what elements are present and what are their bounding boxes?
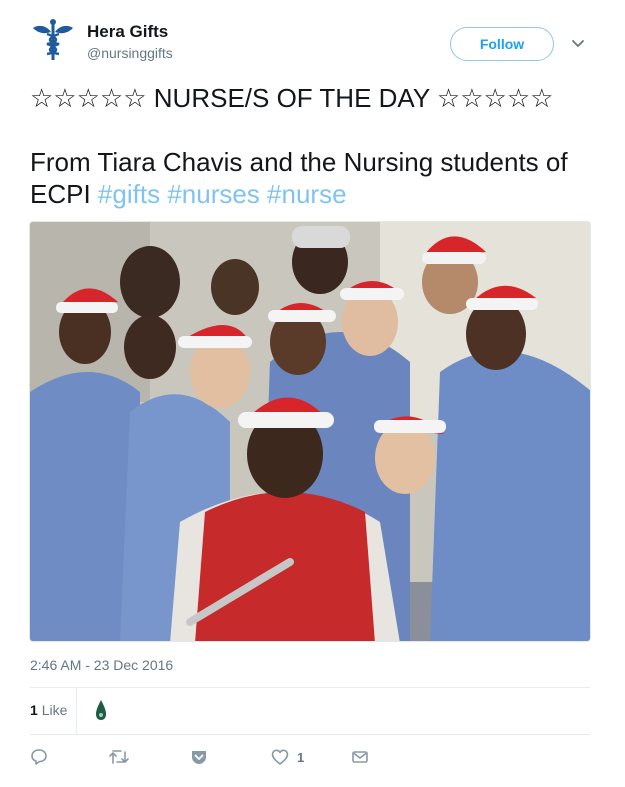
like-word: Like	[41, 702, 68, 718]
hashtag-nurse[interactable]: #nurse	[267, 179, 347, 209]
chevron-down-icon[interactable]	[570, 38, 586, 50]
envelope-icon	[352, 751, 368, 763]
liker-avatar[interactable]	[90, 698, 112, 722]
follow-button[interactable]: Follow	[450, 27, 554, 61]
tweet-text: ☆☆☆☆☆ NURSE/S OF THE DAY ☆☆☆☆☆ From Tiar…	[30, 82, 600, 210]
pocket-icon	[192, 751, 206, 764]
author-handle[interactable]: @nursinggifts	[87, 45, 173, 61]
direct-message-button[interactable]	[351, 746, 369, 768]
caduceus-icon[interactable]	[29, 16, 77, 64]
reply-button[interactable]	[30, 746, 48, 768]
like-count-label[interactable]: 1 Like	[30, 702, 67, 718]
hashtag-nurses[interactable]: #nurses	[167, 179, 260, 209]
divider	[30, 734, 590, 735]
tweet-headline: ☆☆☆☆☆ NURSE/S OF THE DAY ☆☆☆☆☆	[30, 83, 554, 113]
tweet-timestamp[interactable]: 2:46 AM - 23 Dec 2016	[30, 657, 173, 673]
tweet-photo[interactable]	[29, 221, 591, 642]
pocket-button[interactable]	[190, 746, 208, 768]
group-photo-image	[30, 222, 590, 641]
tweet-header: Hera Gifts @nursinggifts Follow	[0, 0, 625, 80]
retweet-icon	[109, 750, 129, 764]
likes-separator	[76, 688, 77, 734]
author-name[interactable]: Hera Gifts	[87, 22, 168, 42]
like-count-number: 1	[30, 702, 38, 718]
divider	[30, 687, 590, 688]
like-action-count: 1	[297, 749, 305, 765]
retweet-button[interactable]	[108, 746, 130, 768]
reply-icon	[31, 749, 47, 765]
heart-icon	[271, 749, 289, 765]
hashtag-gifts[interactable]: #gifts	[98, 179, 160, 209]
like-button[interactable]: 1	[271, 746, 304, 768]
